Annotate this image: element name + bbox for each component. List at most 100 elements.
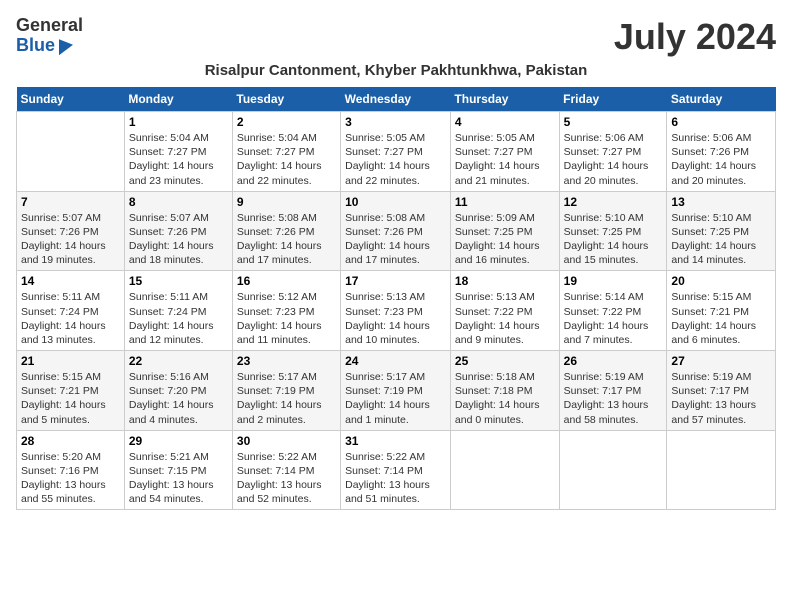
day-of-week-header: Saturday [667,87,776,112]
cell-details: Sunrise: 5:10 AMSunset: 7:25 PMDaylight:… [564,211,663,268]
calendar-cell: 28 Sunrise: 5:20 AMSunset: 7:16 PMDayligh… [17,430,125,510]
cell-details: Sunrise: 5:05 AMSunset: 7:27 PMDaylight:… [345,131,446,188]
cell-details: Sunrise: 5:13 AMSunset: 7:22 PMDaylight:… [455,290,555,347]
day-number: 17 [345,274,446,288]
day-number: 14 [21,274,120,288]
day-number: 23 [237,354,336,368]
calendar-cell [17,112,125,192]
calendar-cell: 9 Sunrise: 5:08 AMSunset: 7:26 PMDaylight… [232,191,340,271]
day-number: 31 [345,434,446,448]
calendar-cell: 31 Sunrise: 5:22 AMSunset: 7:14 PMDayligh… [341,430,451,510]
cell-details: Sunrise: 5:08 AMSunset: 7:26 PMDaylight:… [345,211,446,268]
calendar-body: 1 Sunrise: 5:04 AMSunset: 7:27 PMDaylight… [17,112,776,510]
cell-details: Sunrise: 5:07 AMSunset: 7:26 PMDaylight:… [129,211,228,268]
calendar-cell: 5 Sunrise: 5:06 AMSunset: 7:27 PMDaylight… [559,112,667,192]
day-number: 24 [345,354,446,368]
cell-details: Sunrise: 5:17 AMSunset: 7:19 PMDaylight:… [237,370,336,427]
cell-details: Sunrise: 5:06 AMSunset: 7:27 PMDaylight:… [564,131,663,188]
cell-details: Sunrise: 5:08 AMSunset: 7:26 PMDaylight:… [237,211,336,268]
cell-details: Sunrise: 5:22 AMSunset: 7:14 PMDaylight:… [237,450,336,507]
cell-details: Sunrise: 5:16 AMSunset: 7:20 PMDaylight:… [129,370,228,427]
calendar-cell: 23 Sunrise: 5:17 AMSunset: 7:19 PMDayligh… [232,351,340,431]
day-number: 6 [671,115,771,129]
cell-details: Sunrise: 5:09 AMSunset: 7:25 PMDaylight:… [455,211,555,268]
logo-general: General [16,16,83,36]
calendar-cell [667,430,776,510]
calendar-cell: 26 Sunrise: 5:19 AMSunset: 7:17 PMDayligh… [559,351,667,431]
day-number: 29 [129,434,228,448]
cell-details: Sunrise: 5:11 AMSunset: 7:24 PMDaylight:… [129,290,228,347]
cell-details: Sunrise: 5:19 AMSunset: 7:17 PMDaylight:… [564,370,663,427]
day-of-week-header: Tuesday [232,87,340,112]
day-number: 13 [671,195,771,209]
calendar-cell: 6 Sunrise: 5:06 AMSunset: 7:26 PMDaylight… [667,112,776,192]
calendar-cell: 14 Sunrise: 5:11 AMSunset: 7:24 PMDayligh… [17,271,125,351]
calendar-week-row: 7 Sunrise: 5:07 AMSunset: 7:26 PMDaylight… [17,191,776,271]
cell-details: Sunrise: 5:19 AMSunset: 7:17 PMDaylight:… [671,370,771,427]
cell-details: Sunrise: 5:06 AMSunset: 7:26 PMDaylight:… [671,131,771,188]
calendar-cell: 10Sunrise: 5:08 AMSunset: 7:26 PMDayligh… [341,191,451,271]
cell-details: Sunrise: 5:13 AMSunset: 7:23 PMDaylight:… [345,290,446,347]
calendar-week-row: 21Sunrise: 5:15 AMSunset: 7:21 PMDayligh… [17,351,776,431]
calendar-table: SundayMondayTuesdayWednesdayThursdayFrid… [16,87,776,510]
calendar-cell: 25 Sunrise: 5:18 AMSunset: 7:18 PMDayligh… [450,351,559,431]
cell-details: Sunrise: 5:17 AMSunset: 7:19 PMDaylight:… [345,370,446,427]
day-number: 8 [129,195,228,209]
day-number: 5 [564,115,663,129]
calendar-cell: 16Sunrise: 5:12 AMSunset: 7:23 PMDayligh… [232,271,340,351]
day-number: 20 [671,274,771,288]
day-number: 7 [21,195,120,209]
cell-details: Sunrise: 5:22 AMSunset: 7:14 PMDaylight:… [345,450,446,507]
day-number: 30 [237,434,336,448]
day-number: 9 [237,195,336,209]
cell-details: Sunrise: 5:12 AMSunset: 7:23 PMDaylight:… [237,290,336,347]
logo: General Blue [16,16,83,56]
day-number: 27 [671,354,771,368]
calendar-cell: 7 Sunrise: 5:07 AMSunset: 7:26 PMDaylight… [17,191,125,271]
cell-details: Sunrise: 5:20 AMSunset: 7:16 PMDaylight:… [21,450,120,507]
cell-details: Sunrise: 5:10 AMSunset: 7:25 PMDaylight:… [671,211,771,268]
calendar-cell: 11 Sunrise: 5:09 AMSunset: 7:25 PMDayligh… [450,191,559,271]
cell-details: Sunrise: 5:04 AMSunset: 7:27 PMDaylight:… [237,131,336,188]
logo-arrow-icon [59,36,73,54]
calendar-cell: 12Sunrise: 5:10 AMSunset: 7:25 PMDayligh… [559,191,667,271]
day-number: 15 [129,274,228,288]
cell-details: Sunrise: 5:04 AMSunset: 7:27 PMDaylight:… [129,131,228,188]
day-number: 4 [455,115,555,129]
calendar-cell: 29 Sunrise: 5:21 AMSunset: 7:15 PMDayligh… [124,430,232,510]
day-of-week-header: Wednesday [341,87,451,112]
day-number: 26 [564,354,663,368]
day-number: 1 [129,115,228,129]
day-number: 25 [455,354,555,368]
calendar-cell: 8 Sunrise: 5:07 AMSunset: 7:26 PMDaylight… [124,191,232,271]
cell-details: Sunrise: 5:11 AMSunset: 7:24 PMDaylight:… [21,290,120,347]
month-title: July 2024 [614,16,776,58]
cell-details: Sunrise: 5:07 AMSunset: 7:26 PMDaylight:… [21,211,120,268]
cell-details: Sunrise: 5:05 AMSunset: 7:27 PMDaylight:… [455,131,555,188]
day-number: 2 [237,115,336,129]
calendar-cell: 1 Sunrise: 5:04 AMSunset: 7:27 PMDaylight… [124,112,232,192]
calendar-cell: 24 Sunrise: 5:17 AMSunset: 7:19 PMDayligh… [341,351,451,431]
calendar-cell: 3 Sunrise: 5:05 AMSunset: 7:27 PMDaylight… [341,112,451,192]
day-of-week-header: Monday [124,87,232,112]
day-of-week-header: Friday [559,87,667,112]
calendar-cell: 19Sunrise: 5:14 AMSunset: 7:22 PMDayligh… [559,271,667,351]
calendar-cell: 30 Sunrise: 5:22 AMSunset: 7:14 PMDayligh… [232,430,340,510]
day-number: 22 [129,354,228,368]
calendar-cell: 15 Sunrise: 5:11 AMSunset: 7:24 PMDayligh… [124,271,232,351]
location: Risalpur Cantonment, Khyber Pakhtunkhwa,… [16,62,776,79]
day-number: 11 [455,195,555,209]
day-number: 21 [21,354,120,368]
day-of-week-header: Sunday [17,87,125,112]
day-number: 3 [345,115,446,129]
calendar-cell [559,430,667,510]
calendar-header-row: SundayMondayTuesdayWednesdayThursdayFrid… [17,87,776,112]
calendar-cell: 22 Sunrise: 5:16 AMSunset: 7:20 PMDayligh… [124,351,232,431]
day-number: 28 [21,434,120,448]
day-number: 19 [564,274,663,288]
cell-details: Sunrise: 5:18 AMSunset: 7:18 PMDaylight:… [455,370,555,427]
cell-details: Sunrise: 5:21 AMSunset: 7:15 PMDaylight:… [129,450,228,507]
calendar-cell: 21Sunrise: 5:15 AMSunset: 7:21 PMDayligh… [17,351,125,431]
calendar-cell [450,430,559,510]
calendar-cell: 13 Sunrise: 5:10 AMSunset: 7:25 PMDayligh… [667,191,776,271]
